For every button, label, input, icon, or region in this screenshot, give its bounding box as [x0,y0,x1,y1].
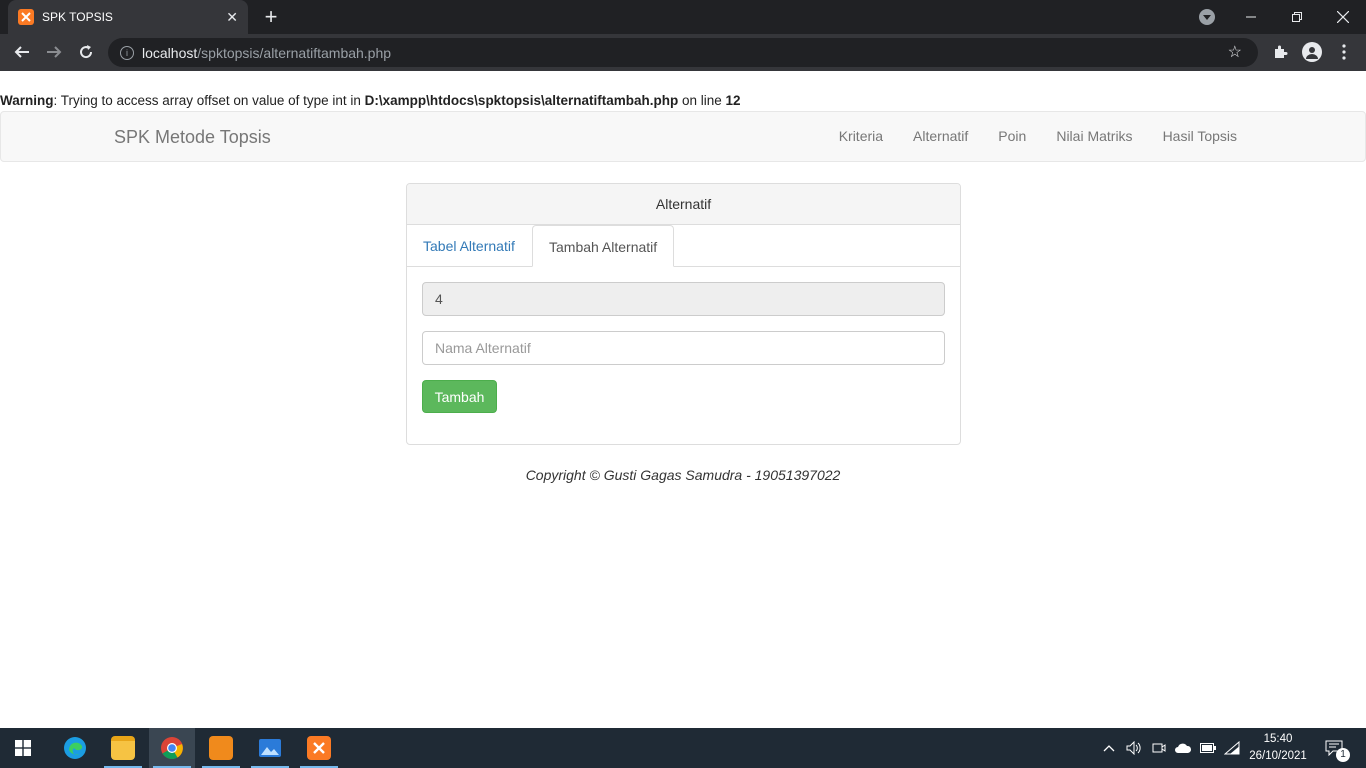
warning-line-number: 12 [725,93,741,108]
browser-toolbar: i localhost /spktopsis/alternatiftambah.… [0,34,1366,71]
file-explorer-icon[interactable] [100,728,146,768]
site-info-icon[interactable]: i [120,45,134,60]
alternatif-panel: Alternatif Tabel Alternatif Tambah Alter… [406,183,961,445]
meet-now-icon[interactable] [1152,728,1166,768]
warning-path: D:\xampp\htdocs\spktopsis\alternatiftamb… [364,93,679,108]
url-host: localhost [142,44,198,61]
close-tab-icon[interactable]: ✕ [226,9,238,26]
chrome-taskbar-icon[interactable] [149,728,195,768]
notification-count: 1 [1336,748,1350,762]
clock-time: 15:40 [1263,733,1293,745]
reload-icon[interactable] [72,38,100,66]
battery-icon[interactable] [1200,728,1216,768]
windows-taskbar: 15:40 26/10/2021 1 [0,728,1366,768]
photos-icon[interactable] [247,728,293,768]
warning-line-text: on line [678,93,726,108]
panel-tabs: Tabel Alternatif Tambah Alternatif [407,225,960,267]
warning-label: Warning [0,93,54,108]
profile-avatar-icon[interactable] [1302,42,1322,62]
extensions-icon[interactable] [1270,42,1290,62]
notifications-icon[interactable]: 1 [1325,728,1350,768]
copyright-footer: Copyright © Gusti Gagas Samudra - 190513… [525,467,841,483]
tab-tabel-alternatif[interactable]: Tabel Alternatif [407,225,531,267]
wifi-icon[interactable] [1224,728,1240,768]
nav-poin[interactable]: Poin [983,112,1041,161]
show-hidden-icons-icon[interactable] [1103,728,1115,768]
nav-links: Kriteria Alternatif Poin Nilai Matriks H… [824,112,1252,161]
chrome-menu-icon[interactable] [1334,42,1354,62]
forward-icon[interactable] [40,38,68,66]
clock-date: 26/10/2021 [1249,750,1307,762]
onedrive-cloud-icon[interactable] [1174,728,1192,768]
bookmark-star-icon[interactable]: ☆ [1228,42,1242,62]
nama-alternatif-input[interactable] [422,331,945,365]
tab-tambah-alternatif[interactable]: Tambah Alternatif [532,225,675,267]
navbar-brand[interactable]: SPK Metode Topsis [114,127,271,148]
xampp-icon[interactable] [296,728,342,768]
php-warning: Warning: Trying to access array offset o… [0,93,741,108]
restore-icon[interactable] [1274,0,1320,34]
tab-search-icon[interactable] [1199,9,1215,25]
nav-nilai-matriks[interactable]: Nilai Matriks [1041,112,1147,161]
tambah-button[interactable]: Tambah [422,380,497,413]
windows-start-icon[interactable] [0,728,46,768]
tab-title: SPK TOPSIS [42,10,113,24]
back-icon[interactable] [8,38,36,66]
warning-message: : Trying to access array offset on value… [53,93,365,108]
edge-icon[interactable] [52,728,98,768]
system-clock[interactable]: 15:40 26/10/2021 [1246,731,1310,765]
nav-hasil-topsis[interactable]: Hasil Topsis [1148,112,1252,161]
nav-kriteria[interactable]: Kriteria [824,112,898,161]
page-content: Warning: Trying to access array offset o… [0,71,1366,728]
address-bar[interactable]: i localhost /spktopsis/alternatiftambah.… [108,38,1258,67]
volume-icon[interactable] [1126,728,1142,768]
minimize-icon[interactable] [1228,0,1274,34]
browser-tab-strip: SPK TOPSIS ✕ + [0,0,1366,34]
xampp-favicon-icon [18,9,34,25]
alternatif-id-field: 4 [422,282,945,316]
browser-tab[interactable]: SPK TOPSIS ✕ [8,0,248,34]
top-navbar: SPK Metode Topsis Kriteria Alternatif Po… [0,111,1366,162]
panel-heading: Alternatif [407,184,960,225]
nav-alternatif[interactable]: Alternatif [898,112,983,161]
new-tab-icon[interactable]: + [258,4,284,30]
url-path: /spktopsis/alternatiftambah.php [197,44,392,61]
close-window-icon[interactable] [1320,0,1366,34]
network-app-icon[interactable] [198,728,244,768]
